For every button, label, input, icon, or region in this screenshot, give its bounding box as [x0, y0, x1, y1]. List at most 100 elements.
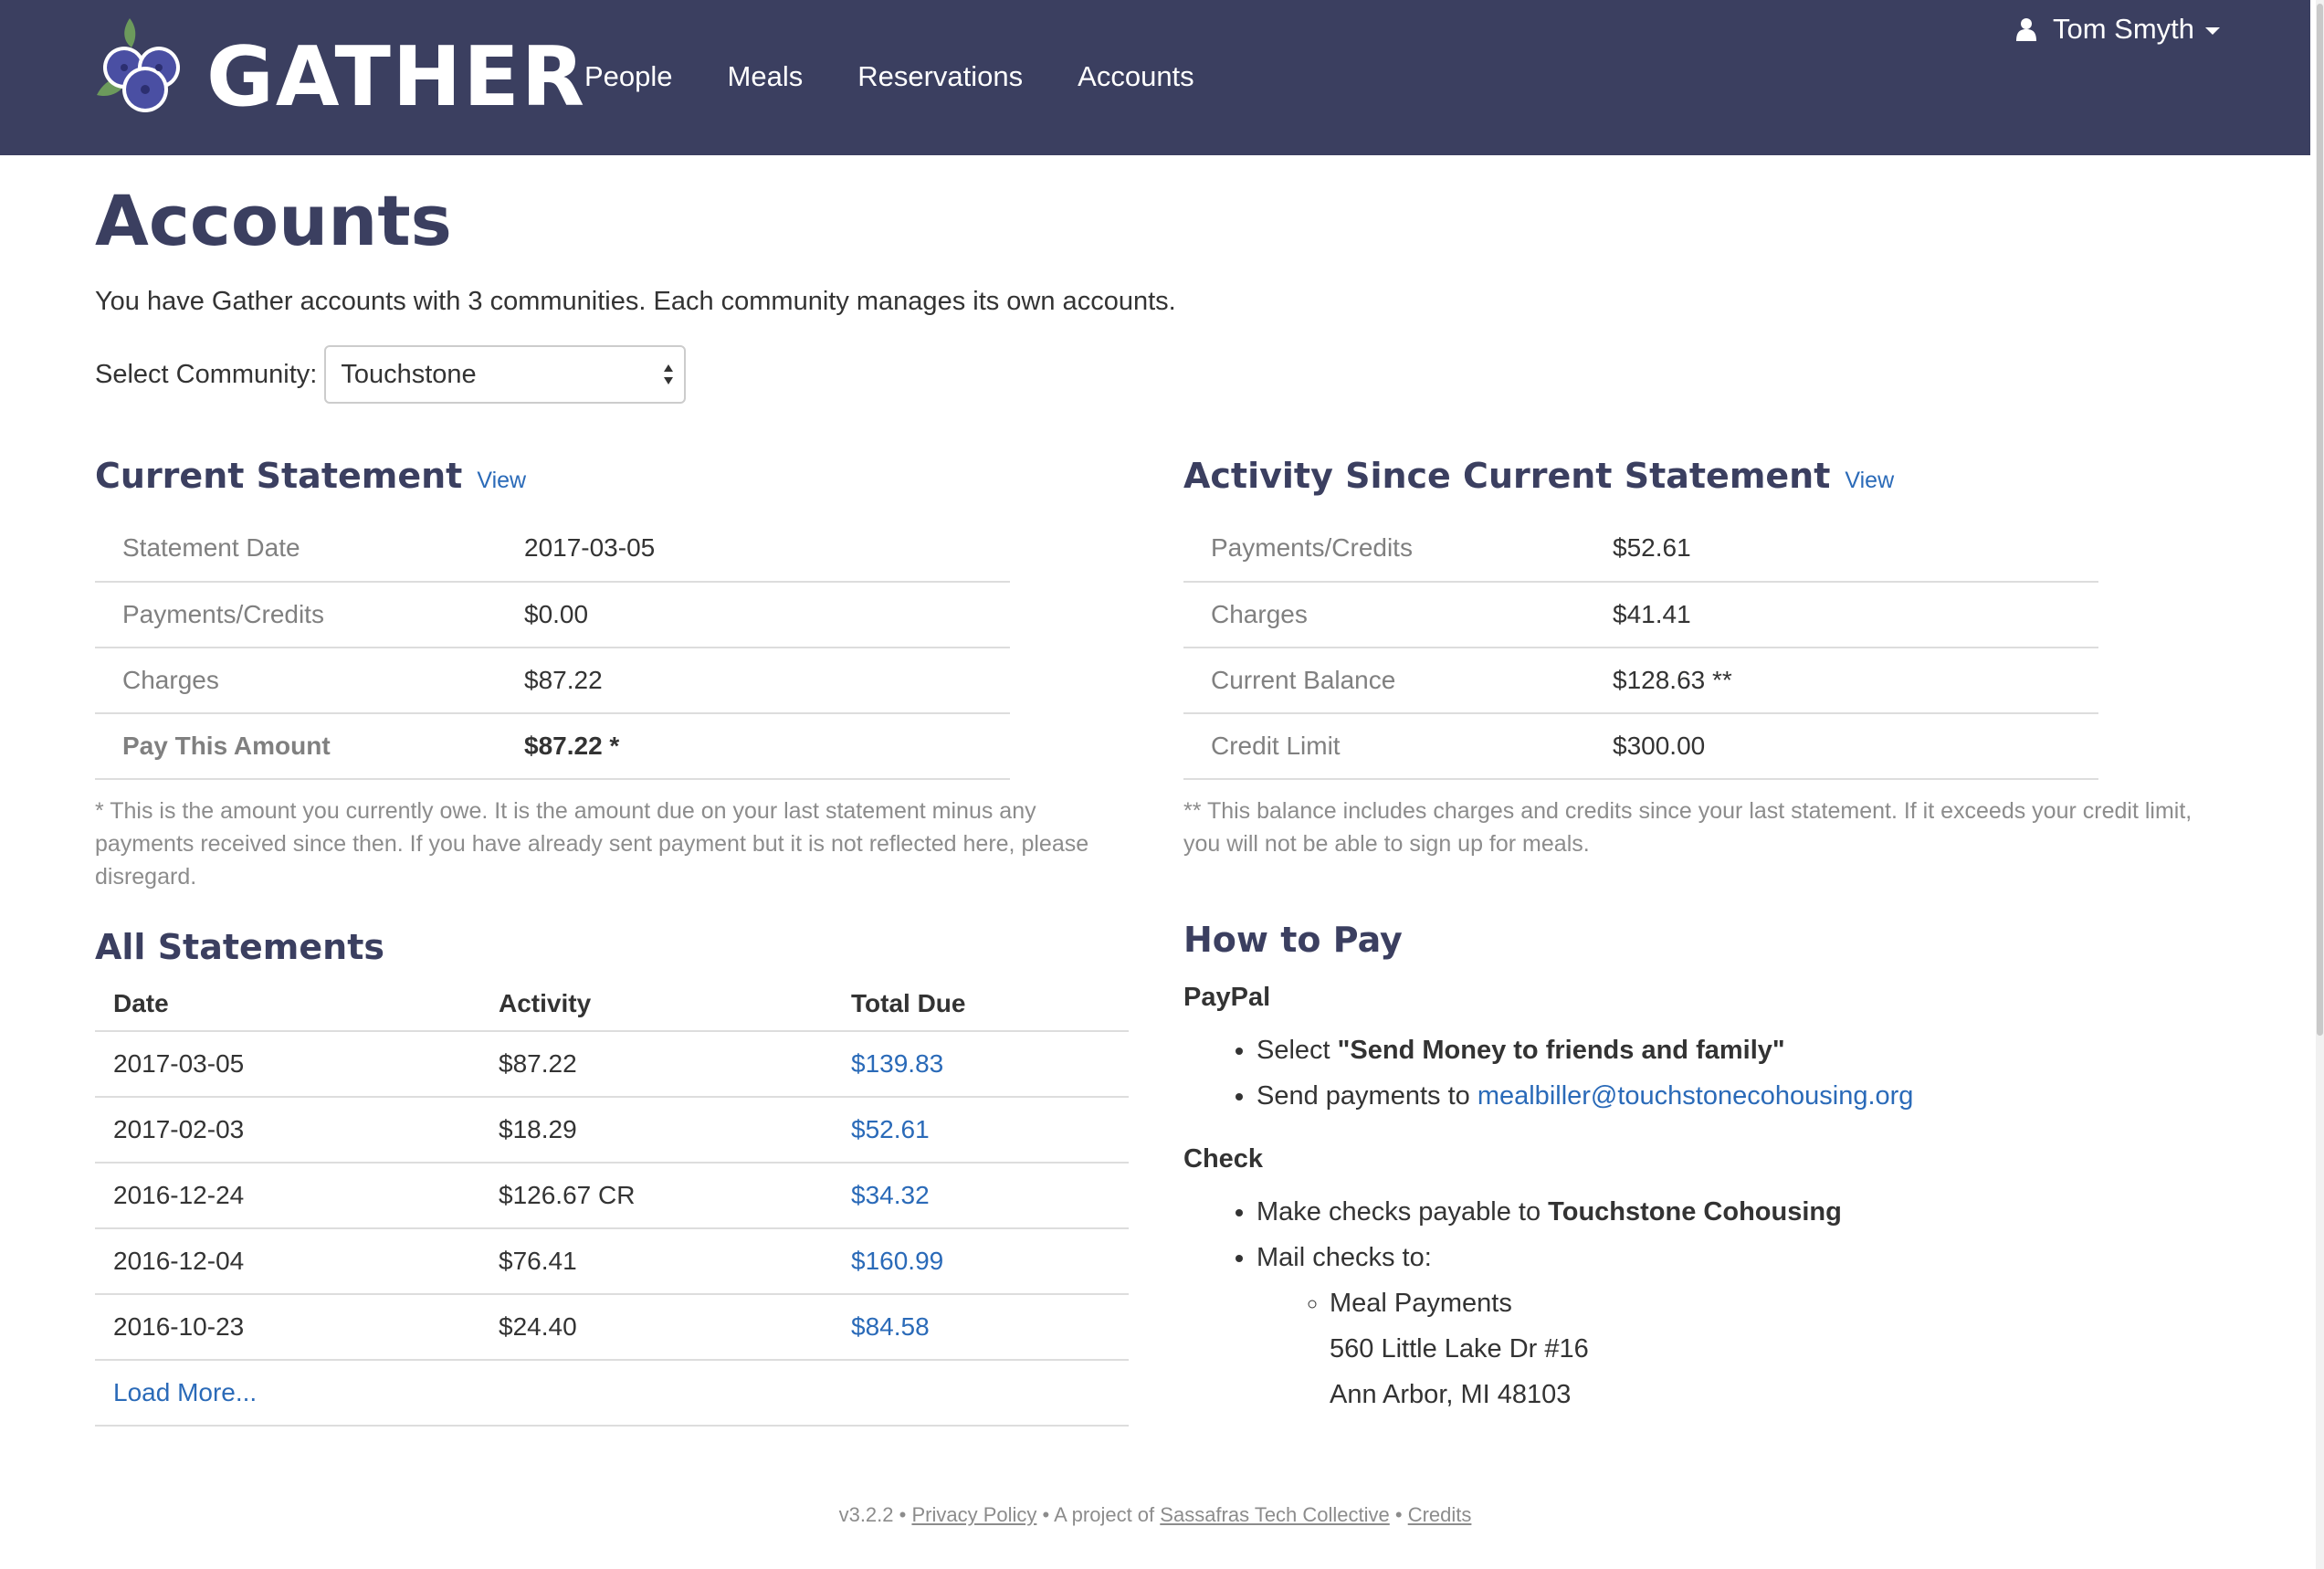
- page-title: Accounts: [95, 180, 452, 261]
- kv-row: Charges $41.41: [1183, 582, 2098, 648]
- check-payable-prefix: Make checks payable to: [1257, 1197, 1549, 1227]
- statement-activity: $76.41: [480, 1228, 833, 1295]
- table-row: 2016-10-23 $24.40 $84.58: [95, 1294, 1129, 1361]
- user-menu[interactable]: Tom Smyth: [2016, 13, 2221, 46]
- kv-value: $52.61: [1613, 515, 2098, 583]
- page-scrollbar[interactable]: [2316, 0, 2324, 1569]
- community-select[interactable]: Touchstone: [324, 345, 687, 404]
- table-row: 2017-02-03 $18.29 $52.61: [95, 1097, 1129, 1164]
- column-header-date: Date: [95, 977, 480, 1032]
- credits-link[interactable]: Credits: [1408, 1503, 1472, 1526]
- sassafras-link[interactable]: Sassafras Tech Collective: [1160, 1503, 1390, 1526]
- current-statement-view-link[interactable]: View: [477, 468, 526, 493]
- paypal-email-link[interactable]: mealbiller@touchstonecohousing.org: [1477, 1081, 1914, 1111]
- kv-row-pay-this-amount: Pay This Amount $87.22 *: [95, 713, 1010, 780]
- nav-item-accounts[interactable]: Accounts: [1078, 57, 1194, 97]
- activity-title: Activity Since Current Statement: [1183, 456, 1831, 496]
- activity-table: Payments/Credits $52.61 Charges $41.41 C…: [1183, 515, 2098, 780]
- statement-total-cell: $34.32: [833, 1163, 1129, 1229]
- kv-value: $87.22: [524, 648, 1010, 714]
- activity-note: ** This balance includes charges and cre…: [1183, 798, 2193, 857]
- kv-row: Current Balance $128.63 **: [1183, 648, 2098, 714]
- statement-date: 2016-12-04: [95, 1228, 480, 1295]
- kv-row: Payments/Credits $52.61: [1183, 515, 2098, 583]
- kv-row: Credit Limit $300.00: [1183, 713, 2098, 780]
- all-statements-table: Date Activity Total Due 2017-03-05 $87.2…: [95, 977, 1129, 1427]
- check-title: Check: [1183, 1144, 1264, 1174]
- current-balance-value: $128.63: [1613, 666, 1706, 694]
- kv-label: Charges: [95, 648, 524, 714]
- paypal-select-prefix: Select: [1257, 1036, 1338, 1065]
- kv-label: Credit Limit: [1183, 713, 1613, 780]
- statement-date: 2016-10-23: [95, 1294, 480, 1361]
- list-item: Select "Send Money to friends and family…: [1257, 1027, 2261, 1073]
- privacy-policy-link[interactable]: Privacy Policy: [911, 1503, 1036, 1526]
- address-line: Meal Payments: [1330, 1280, 2261, 1326]
- list-item: Make checks payable to Touchstone Cohous…: [1257, 1189, 2261, 1235]
- how-to-pay-section: How to Pay PayPal Select "Send Money to …: [1183, 922, 2261, 1417]
- list-item: Send payments to mealbiller@touchstoneco…: [1257, 1073, 2261, 1119]
- load-more-link[interactable]: Load More...: [113, 1378, 257, 1406]
- statement-total-link[interactable]: $160.99: [851, 1247, 943, 1275]
- kv-row: Charges $87.22: [95, 648, 1010, 714]
- statement-total-link[interactable]: $34.32: [851, 1181, 930, 1209]
- statement-activity: $126.67 CR: [480, 1163, 833, 1229]
- brand-name: GATHER: [206, 29, 587, 125]
- activity-view-link[interactable]: View: [1845, 468, 1894, 493]
- intro-text: You have Gather accounts with 3 communit…: [95, 287, 1176, 316]
- paypal-send-prefix: Send payments to: [1257, 1081, 1477, 1111]
- nav-item-people[interactable]: People: [584, 57, 673, 97]
- kv-value: $41.41: [1613, 582, 2098, 648]
- all-statements-heading: All Statements: [95, 930, 384, 964]
- community-select-row: Select Community: Touchstone: [95, 345, 687, 404]
- footer-separator: •: [1389, 1503, 1408, 1526]
- current-statement-title: Current Statement: [95, 456, 463, 496]
- address-line: Ann Arbor, MI 48103: [1330, 1380, 1572, 1409]
- footer-separator: •: [1036, 1503, 1055, 1526]
- kv-label: Pay This Amount: [95, 713, 524, 780]
- statement-total-link[interactable]: $139.83: [851, 1049, 943, 1078]
- kv-row: Statement Date 2017-03-05: [95, 515, 1010, 583]
- gather-logo[interactable]: GATHER: [95, 16, 584, 119]
- paypal-select-option: "Send Money to friends and family": [1337, 1036, 1785, 1065]
- footer-separator: •: [893, 1503, 912, 1526]
- statement-total-cell: $52.61: [833, 1097, 1129, 1164]
- scrollbar-thumb[interactable]: [2317, 4, 2323, 1036]
- column-header-activity: Activity: [480, 977, 833, 1032]
- kv-label: Statement Date: [95, 515, 524, 583]
- top-navbar: GATHER People Meals Reservations Account…: [0, 0, 2310, 155]
- select-community-label: Select Community:: [95, 359, 318, 389]
- statement-total-link[interactable]: $84.58: [851, 1312, 930, 1341]
- nav-item-reservations[interactable]: Reservations: [857, 57, 1023, 97]
- load-more-cell: Load More...: [95, 1360, 1129, 1427]
- main-nav: People Meals Reservations Accounts: [584, 57, 1249, 97]
- statement-activity: $24.40: [480, 1294, 833, 1361]
- footer-project-prefix: A project of: [1054, 1503, 1161, 1526]
- kv-value-cell: $128.63 **: [1613, 648, 2098, 714]
- user-name: Tom Smyth: [2053, 13, 2195, 45]
- current-statement-heading: Current Statement View: [95, 458, 526, 493]
- table-row: 2016-12-04 $76.41 $160.99: [95, 1228, 1129, 1295]
- statement-total-cell: $160.99: [833, 1228, 1129, 1295]
- statement-total-cell: $84.58: [833, 1294, 1129, 1361]
- footnote-marker: **: [1712, 666, 1732, 694]
- nav-item-meals[interactable]: Meals: [728, 57, 804, 97]
- activity-heading: Activity Since Current Statement View: [1183, 458, 1894, 493]
- current-statement-note: * This is the amount you currently owe. …: [95, 798, 1089, 890]
- blueberry-logo-icon: [97, 18, 180, 112]
- how-to-pay-heading: How to Pay: [1183, 920, 1403, 960]
- statement-activity: $18.29: [480, 1097, 833, 1164]
- all-statements-title: All Statements: [95, 927, 385, 967]
- select-arrows-icon: [664, 364, 674, 384]
- statement-total-cell: $139.83: [833, 1031, 1129, 1098]
- caret-down-icon: [2205, 27, 2221, 35]
- current-statement-table: Statement Date 2017-03-05 Payments/Credi…: [95, 515, 1010, 780]
- check-payee: Touchstone Cohousing: [1548, 1197, 1842, 1227]
- user-icon: [2016, 18, 2036, 41]
- kv-value: 2017-03-05: [524, 515, 1010, 583]
- statement-total-link[interactable]: $52.61: [851, 1115, 930, 1143]
- paypal-list: Select "Send Money to friends and family…: [1183, 1027, 2261, 1119]
- kv-value: $0.00: [524, 582, 1010, 648]
- pay-amount-value: $87.22: [524, 732, 603, 760]
- column-header-total-due: Total Due: [833, 977, 1129, 1032]
